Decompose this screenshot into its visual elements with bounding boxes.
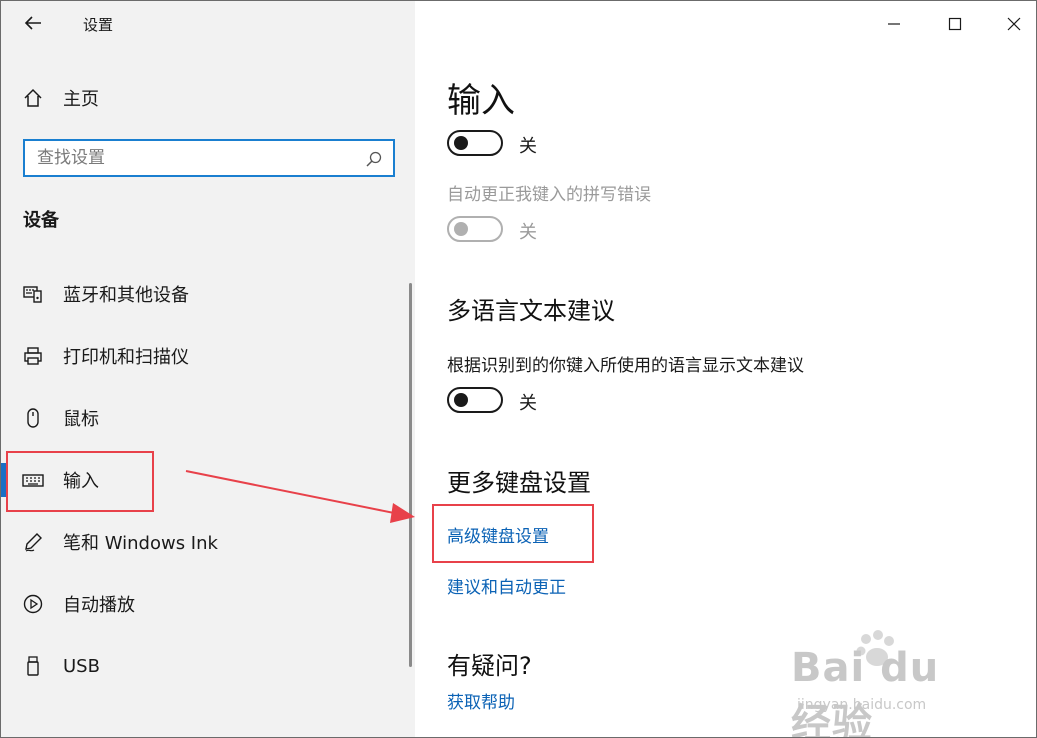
maximize-icon[interactable] [940, 9, 970, 39]
baidu-watermark: Bai du 经验 jingyan.baidu.com [791, 629, 991, 737]
toggle-knob [454, 136, 468, 150]
annotation-highlight-typing [6, 451, 154, 512]
sidebar-item-label: 鼠标 [63, 409, 99, 430]
questions-section-title: 有疑问? [447, 652, 532, 680]
annotation-highlight-advanced [432, 504, 594, 563]
sidebar-item-mouse[interactable]: 鼠标 [1, 396, 415, 440]
sidebar-item-label: 主页 [63, 89, 99, 110]
toggle-knob [454, 393, 468, 407]
toggle-knob [454, 222, 468, 236]
sidebar: 设置 主页 设备 蓝牙和其他设备 打印机和扫描仪 [1, 1, 415, 737]
toggle-state-label-2: 关 [519, 222, 537, 243]
search-input[interactable] [37, 146, 357, 170]
printer-icon [21, 344, 45, 368]
close-icon[interactable] [999, 9, 1029, 39]
sidebar-item-bluetooth[interactable]: 蓝牙和其他设备 [1, 272, 415, 316]
toggle-switch-autocorrect [447, 216, 503, 242]
multilang-section-title: 多语言文本建议 [447, 297, 615, 325]
search-box[interactable] [23, 139, 395, 177]
home-icon [21, 86, 45, 110]
window-title: 设置 [83, 16, 114, 34]
minimize-icon[interactable] [879, 9, 909, 39]
get-help-link[interactable]: 获取帮助 [447, 688, 515, 713]
toggle-state-label-1: 关 [519, 136, 537, 157]
back-arrow-icon[interactable] [23, 13, 43, 33]
sidebar-item-autoplay[interactable]: 自动播放 [1, 582, 415, 626]
toggle-state-label-3: 关 [519, 393, 537, 414]
bluetooth-devices-icon [21, 282, 45, 306]
autoplay-icon [21, 592, 45, 616]
more-keyboard-section-title: 更多键盘设置 [447, 469, 591, 497]
suggestions-autocorrect-link[interactable]: 建议和自动更正 [447, 573, 566, 598]
sidebar-item-label: 打印机和扫描仪 [63, 347, 189, 368]
sidebar-item-label: 蓝牙和其他设备 [63, 285, 189, 306]
pen-icon [21, 530, 45, 554]
sidebar-item-home[interactable]: 主页 [1, 76, 415, 120]
watermark-brand: Bai du 经验 [791, 645, 940, 738]
sidebar-item-label: 笔和 Windows Ink [63, 533, 218, 554]
search-icon[interactable] [365, 150, 383, 168]
sidebar-item-label: USB [63, 655, 100, 677]
mouse-icon [21, 406, 45, 430]
sidebar-item-label: 自动播放 [63, 595, 135, 616]
annotation-arrow-icon [185, 470, 415, 523]
settings-window: 设置 主页 设备 蓝牙和其他设备 打印机和扫描仪 [0, 0, 1037, 738]
multilang-description: 根据识别到的你键入所使用的语言显示文本建议 [447, 356, 804, 376]
watermark-url: jingyan.baidu.com [797, 697, 927, 713]
toggle-switch-multilang[interactable] [447, 387, 503, 413]
toggle-switch-1[interactable] [447, 130, 503, 156]
autocorrect-description: 自动更正我键入的拼写错误 [447, 185, 651, 205]
page-title: 输入 [447, 81, 515, 121]
usb-icon [21, 654, 45, 678]
sidebar-item-printers[interactable]: 打印机和扫描仪 [1, 334, 415, 378]
section-title: 设备 [23, 210, 59, 231]
sidebar-item-usb[interactable]: USB [1, 644, 415, 688]
